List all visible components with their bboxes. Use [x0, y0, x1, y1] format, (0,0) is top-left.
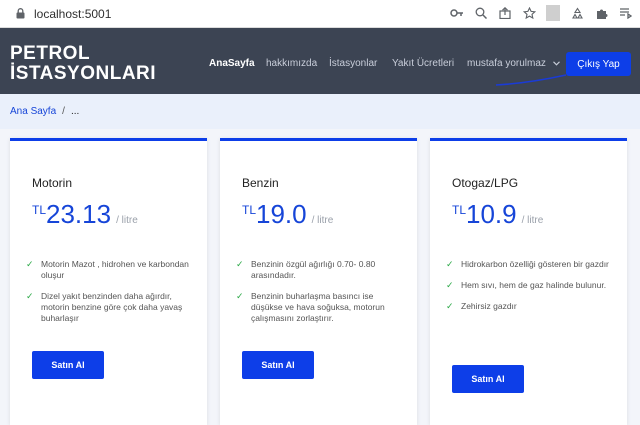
card-title: Otogaz/LPG: [452, 176, 519, 190]
chevron-down-icon: [552, 58, 560, 69]
feature-item: ✓ Hidrokarbon özelliği gösteren bir gazdı…: [446, 259, 616, 270]
nav-fuel-prices[interactable]: Yakıt Ücretleri: [392, 58, 454, 69]
check-icon: ✓: [26, 259, 34, 269]
user-menu-dropdown[interactable]: mustafa yorulmaz: [467, 58, 560, 69]
card-title: Motorin: [32, 176, 73, 190]
nav-home[interactable]: AnaSayfa: [209, 58, 255, 69]
feature-list: ✓ Benzinin özgül ağırlığı 0.70- 0.80 aras…: [236, 259, 406, 334]
browser-address-bar: localhost:5001: [0, 0, 640, 28]
price-unit: / litre: [116, 215, 138, 226]
price-value: 19.0: [256, 199, 307, 229]
feature-text: Hidrokarbon özelliği gösteren bir gazdır: [461, 259, 609, 269]
breadcrumb-separator: /: [62, 106, 65, 117]
feature-item: ✓ Zehirsiz gazdır: [446, 301, 616, 312]
breadcrumb: Ana Sayfa / ...: [0, 94, 640, 129]
toolbar-divider: [546, 5, 560, 21]
pricing-card-benzin: Benzin TL 19.0 / litre ✓ Benzinin özgül a…: [220, 138, 417, 425]
brand-line-1: PETROL: [10, 43, 91, 64]
user-name: mustafa yorulmaz: [467, 58, 546, 70]
currency-label: TL: [32, 203, 47, 217]
reading-list-icon[interactable]: [618, 5, 632, 21]
price-value: 10.9: [466, 199, 517, 229]
feature-item: ✓ Hem sıvı, hem de gaz halinde bulunur.: [446, 280, 616, 291]
feature-item: ✓ Benzinin özgül ağırlığı 0.70- 0.80 aras…: [236, 259, 406, 281]
feature-list: ✓ Motorin Mazot , hidrohen ve karbondan o…: [26, 259, 196, 334]
feature-text: Benzinin özgül ağırlığı 0.70- 0.80 arası…: [251, 259, 376, 280]
share-icon[interactable]: [498, 5, 512, 21]
zoom-icon[interactable]: [474, 5, 488, 21]
feature-text: Hem sıvı, hem de gaz halinde bulunur.: [461, 280, 607, 290]
check-icon: ✓: [236, 291, 244, 301]
breadcrumb-current: ...: [70, 106, 80, 117]
feature-item: ✓ Dizel yakıt benzinden daha ağırdır, mot…: [26, 291, 196, 324]
breadcrumb-home-link[interactable]: Ana Sayfa: [10, 106, 56, 117]
price-unit: / litre: [311, 215, 334, 226]
buy-button[interactable]: Satın Al: [452, 365, 524, 393]
check-icon: ✓: [236, 259, 244, 269]
url-field[interactable]: localhost:5001: [34, 7, 111, 21]
buy-button[interactable]: Satın Al: [242, 351, 314, 379]
bookmark-star-icon[interactable]: [522, 5, 536, 21]
card-price: TL 19.0 / litre: [242, 199, 333, 229]
pricing-card-motorin: Motorin TL 23.13 / litre ✓ Motorin Mazot …: [10, 138, 207, 425]
card-price: TL 23.13 / litre: [32, 199, 138, 229]
card-title: Benzin: [242, 176, 279, 190]
currency-label: TL: [452, 203, 467, 217]
recycle-extension-icon[interactable]: [570, 5, 584, 21]
check-icon: ✓: [446, 301, 454, 311]
feature-text: Dizel yakıt benzinden daha ağırdır, moto…: [41, 291, 183, 323]
feature-text: Benzinin buharlaşma basıncı ise düşükse …: [251, 291, 385, 323]
check-icon: ✓: [446, 259, 454, 269]
feature-item: ✓ Motorin Mazot , hidrohen ve karbondan o…: [26, 259, 196, 281]
feature-item: ✓ Benzinin buharlaşma basıncı ise düşükse…: [236, 291, 406, 324]
card-price: TL 10.9 / litre: [452, 199, 543, 229]
price-value: 23.13: [46, 199, 112, 229]
site-header: PETROL İSTASYONLARI AnaSayfa hakkımızda …: [0, 28, 640, 94]
feature-text: Zehirsiz gazdır: [461, 301, 517, 311]
pen-underline-annotation: [495, 74, 567, 86]
nav-stations[interactable]: İstasyonlar: [329, 58, 377, 69]
key-icon[interactable]: [450, 5, 464, 21]
logout-button[interactable]: Çıkış Yap: [566, 52, 631, 76]
nav-about[interactable]: hakkımızda: [266, 58, 317, 69]
extensions-puzzle-icon[interactable]: [594, 5, 608, 21]
feature-list: ✓ Hidrokarbon özelliği gösteren bir gazdı…: [446, 259, 616, 322]
pricing-card-otogaz: Otogaz/LPG TL 10.9 / litre ✓ Hidrokarbon …: [430, 138, 627, 425]
currency-label: TL: [242, 203, 257, 217]
price-unit: / litre: [521, 215, 544, 226]
feature-text: Motorin Mazot , hidrohen ve karbondan ol…: [41, 259, 189, 280]
check-icon: ✓: [26, 291, 34, 301]
buy-button[interactable]: Satın Al: [32, 351, 104, 379]
site-logo[interactable]: PETROL İSTASYONLARI: [10, 44, 156, 84]
check-icon: ✓: [446, 280, 454, 290]
brand-line-2: İSTASYONLARI: [10, 63, 157, 84]
lock-icon[interactable]: [14, 8, 26, 20]
